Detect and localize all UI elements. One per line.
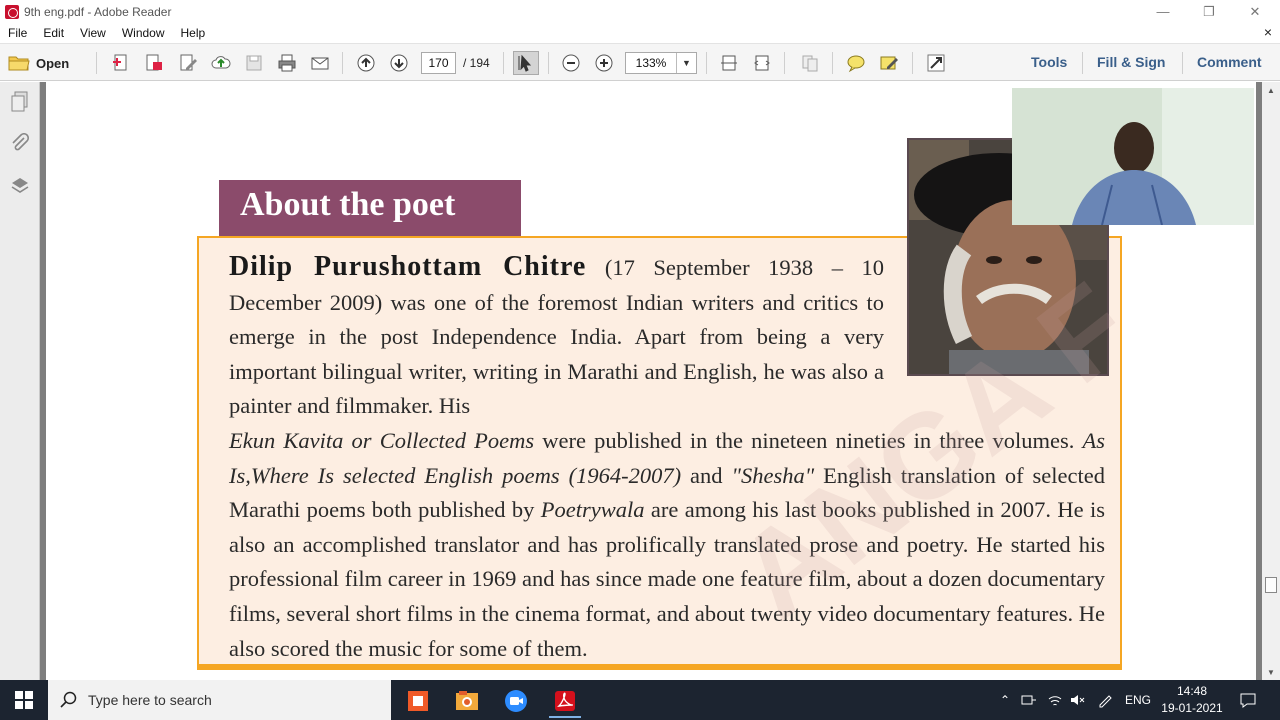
title-bar: 9th eng.pdf - Adobe Reader — ❐ ✕ <box>0 0 1280 23</box>
close-window-button[interactable]: ✕ <box>1232 0 1278 23</box>
menu-window[interactable]: Window <box>114 26 173 40</box>
fit-page-icon[interactable] <box>718 52 740 74</box>
photo-viewer-icon[interactable] <box>445 684 489 718</box>
menu-help[interactable]: Help <box>173 26 214 40</box>
create-pdf-icon[interactable] <box>110 52 132 74</box>
screen-recorder-icon[interactable] <box>396 684 440 718</box>
network-icon[interactable] <box>1018 680 1040 720</box>
toolbar-separator <box>912 52 913 74</box>
notifications-icon[interactable] <box>1234 680 1262 720</box>
language-indicator[interactable]: ENG <box>1122 680 1154 720</box>
print-icon[interactable] <box>276 52 298 74</box>
attachments-icon[interactable] <box>8 132 32 156</box>
menu-edit[interactable]: Edit <box>35 26 72 40</box>
minimize-button[interactable]: — <box>1140 0 1186 23</box>
pen-workspace-icon[interactable] <box>1094 680 1116 720</box>
upload-cloud-icon[interactable] <box>210 52 232 74</box>
toolbar-separator <box>342 52 343 74</box>
toolbar-separator <box>706 52 707 74</box>
zoom-value: 133% <box>635 56 667 70</box>
windows-logo-icon <box>15 691 33 709</box>
page-number-input[interactable]: 170 <box>421 52 456 74</box>
email-icon[interactable] <box>309 52 331 74</box>
adobe-reader-icon <box>5 4 19 19</box>
bio-rest-block: Ekun Kavita or Collected Poems were publ… <box>229 424 1105 666</box>
save-icon[interactable] <box>243 52 265 74</box>
vertical-scrollbar[interactable]: ▲ ▼ <box>1262 82 1280 680</box>
bio-text: were published in the nineteen nineties … <box>534 427 1083 453</box>
scroll-up-icon[interactable]: ▲ <box>1262 82 1280 98</box>
toolbar-separator <box>96 52 97 74</box>
toolbar-separator <box>1082 52 1083 74</box>
navigation-pane <box>0 82 40 680</box>
page-total: / 194 <box>463 56 490 70</box>
fill-sign-link[interactable]: Fill & Sign <box>1097 54 1165 70</box>
webcam-overlay <box>1012 88 1254 225</box>
show-hidden-icons-button[interactable]: ⌃ <box>995 680 1015 720</box>
section-heading: About the poet <box>240 186 456 223</box>
edit-pdf-icon[interactable] <box>177 52 199 74</box>
toolbar-separator <box>548 52 549 74</box>
highlight-icon[interactable] <box>878 52 900 74</box>
search-placeholder: Type here to search <box>88 692 212 708</box>
fullscreen-icon[interactable] <box>925 52 947 74</box>
section-heading-box: About the poet <box>219 180 521 237</box>
zoom-app-icon[interactable] <box>494 684 538 718</box>
taskbar-search-box[interactable]: Type here to search <box>48 680 391 720</box>
fit-width-icon[interactable] <box>751 52 773 74</box>
scroll-down-icon[interactable]: ▼ <box>1262 664 1280 680</box>
page-thumbnails-icon[interactable] <box>8 90 32 114</box>
poet-name: Dilip Purushottam Chitre <box>229 251 587 282</box>
layers-icon[interactable] <box>8 174 32 198</box>
toolbar-separator <box>503 52 504 74</box>
chevron-down-icon[interactable]: ▼ <box>676 53 696 73</box>
select-tool-icon[interactable] <box>513 51 539 75</box>
toolbar-separator <box>784 52 785 74</box>
adobe-reader-window: 9th eng.pdf - Adobe Reader — ❐ ✕ File Ed… <box>0 0 1280 720</box>
export-pdf-icon[interactable] <box>143 52 165 74</box>
windows-start-button[interactable] <box>0 680 48 720</box>
bio-text: and <box>681 462 732 488</box>
clock[interactable]: 14:48 19-01-2021 <box>1152 683 1232 717</box>
wifi-icon[interactable] <box>1044 680 1066 720</box>
comment-link[interactable]: Comment <box>1197 54 1262 70</box>
zoom-in-icon[interactable] <box>593 52 615 74</box>
book-title: Poetrywala <box>540 497 645 523</box>
tools-link[interactable]: Tools <box>1031 54 1067 70</box>
menu-view[interactable]: View <box>72 26 114 40</box>
clock-date: 19-01-2021 <box>1161 701 1223 715</box>
next-page-icon[interactable] <box>388 52 410 74</box>
scroll-thumb[interactable] <box>1265 577 1277 593</box>
adobe-reader-icon[interactable] <box>543 684 587 718</box>
toolbar: Open 170 / 194 133% ▼ Tools Fill & Sign … <box>0 43 1280 81</box>
toolbar-separator <box>832 52 833 74</box>
book-title: "Shesha" <box>731 462 815 488</box>
window-title: 9th eng.pdf - Adobe Reader <box>24 4 172 19</box>
zoom-select[interactable]: 133% ▼ <box>625 52 697 74</box>
close-document-button[interactable]: × <box>1264 24 1272 40</box>
read-mode-icon[interactable] <box>799 52 821 74</box>
open-label: Open <box>36 55 70 71</box>
menu-bar: File Edit View Window Help × <box>0 23 1280 43</box>
clock-time: 14:48 <box>1176 684 1208 698</box>
taskbar: Type here to search ⌃ ENG 14:48 19-01-20… <box>0 680 1280 720</box>
sticky-note-icon[interactable] <box>845 52 867 74</box>
open-button[interactable]: Open <box>8 52 69 74</box>
toolbar-separator <box>1182 52 1183 74</box>
search-icon <box>60 691 77 708</box>
previous-page-icon[interactable] <box>355 52 377 74</box>
folder-icon <box>8 56 30 71</box>
book-title: Ekun Kavita or Collected Poems <box>229 427 535 453</box>
bio-first-block: Dilip Purushottam Chitre (17 September 1… <box>229 250 884 424</box>
restore-button[interactable]: ❐ <box>1186 0 1232 23</box>
volume-mute-icon[interactable] <box>1066 680 1088 720</box>
menu-file[interactable]: File <box>0 26 35 40</box>
zoom-out-icon[interactable] <box>560 52 582 74</box>
